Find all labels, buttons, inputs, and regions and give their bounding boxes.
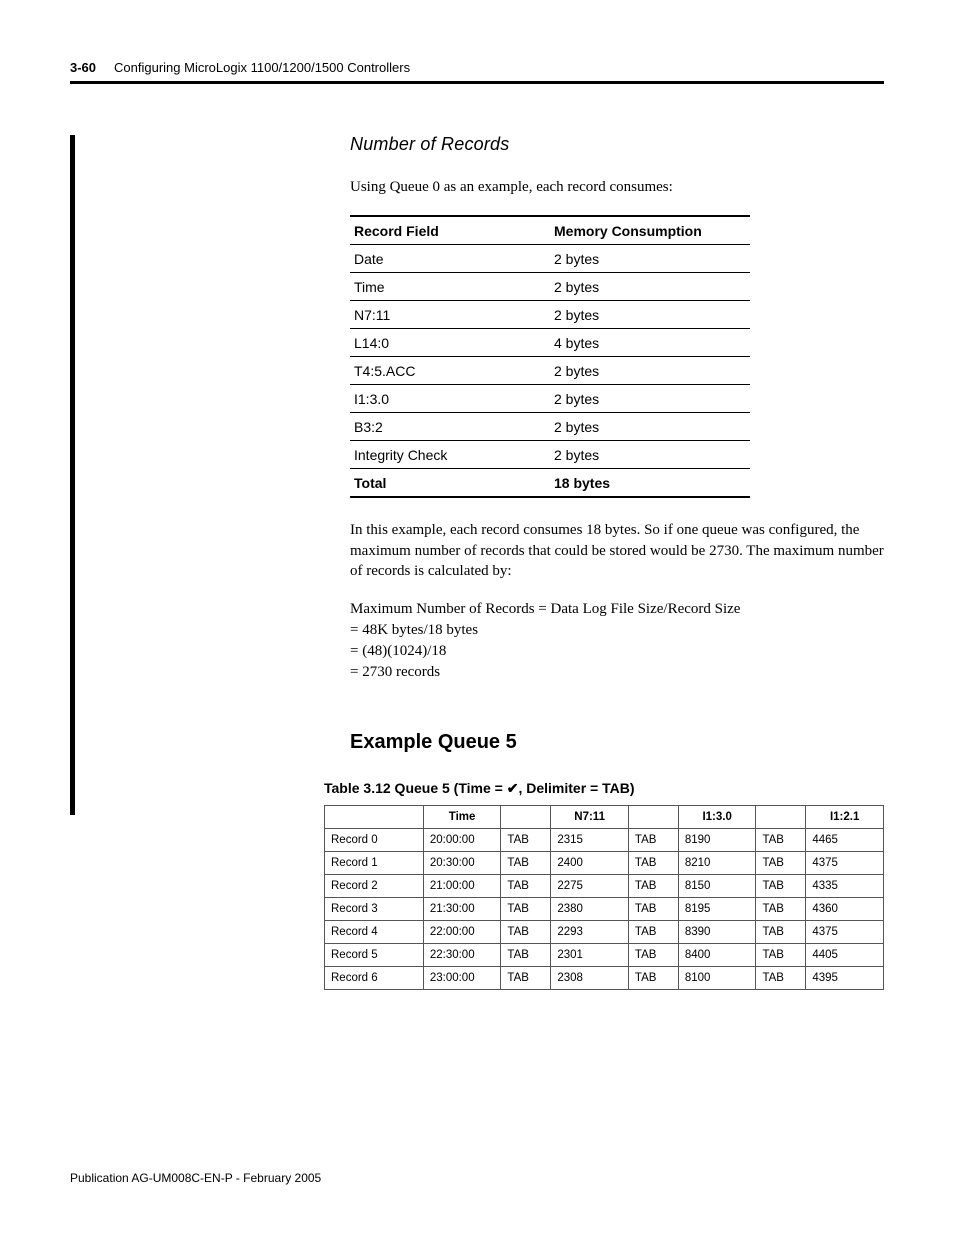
col-n7: N7:11	[551, 806, 629, 829]
col-tab	[628, 806, 678, 829]
col-tab	[501, 806, 551, 829]
table-row: Record 623:00:00TAB2308TAB8100TAB4395	[325, 967, 884, 990]
page-header: 3-60 Configuring MicroLogix 1100/1200/15…	[70, 60, 884, 75]
calculation-block: Maximum Number of Records = Data Log Fil…	[350, 599, 884, 683]
table-row: Integrity Check2 bytes	[350, 441, 750, 469]
table-row: L14:04 bytes	[350, 329, 750, 357]
table-row: B3:22 bytes	[350, 413, 750, 441]
col-blank	[325, 806, 424, 829]
col-record-field: Record Field	[350, 216, 550, 245]
table-row: I1:3.02 bytes	[350, 385, 750, 413]
table-row: Record 120:30:00TAB2400TAB8210TAB4375	[325, 852, 884, 875]
col-i12: I1:2.1	[806, 806, 884, 829]
header-rule	[70, 81, 884, 84]
calc-line: = 48K bytes/18 bytes	[350, 620, 884, 641]
table-row: Record 020:00:00TAB2315TAB8190TAB4465	[325, 829, 884, 852]
table-total-row: Total18 bytes	[350, 469, 750, 498]
table-row: T4:5.ACC2 bytes	[350, 357, 750, 385]
queue-5-data-table: Time N7:11 I1:3.0 I1:2.1 Record 020:00:0…	[324, 805, 884, 990]
memory-consumption-table: Record Field Memory Consumption Date2 by…	[350, 215, 750, 498]
col-memory: Memory Consumption	[550, 216, 750, 245]
col-tab	[756, 806, 806, 829]
change-bar	[70, 135, 75, 815]
publication-footer: Publication AG-UM008C-EN-P - February 20…	[70, 1171, 321, 1185]
explanation-paragraph: In this example, each record consumes 18…	[350, 520, 884, 581]
col-time: Time	[423, 806, 501, 829]
check-icon: ✔	[507, 780, 519, 796]
heading-example-queue-5: Example Queue 5	[350, 731, 884, 754]
calc-line: Maximum Number of Records = Data Log Fil…	[350, 599, 884, 620]
table-row: Time2 bytes	[350, 273, 750, 301]
intro-paragraph: Using Queue 0 as an example, each record…	[350, 177, 884, 197]
table-row: Record 422:00:00TAB2293TAB8390TAB4375	[325, 921, 884, 944]
calc-line: = (48)(1024)/18	[350, 641, 884, 662]
table-caption: Table 3.12 Queue 5 (Time = ✔, Delimiter …	[324, 780, 884, 797]
col-i13: I1:3.0	[678, 806, 756, 829]
table-row: Record 522:30:00TAB2301TAB8400TAB4405	[325, 944, 884, 967]
page-number: 3-60	[70, 60, 96, 75]
table-row: Record 321:30:00TAB2380TAB8195TAB4360	[325, 898, 884, 921]
table-row: N7:112 bytes	[350, 301, 750, 329]
table-row: Date2 bytes	[350, 245, 750, 273]
table-row: Record 221:00:00TAB2275TAB8150TAB4335	[325, 875, 884, 898]
subheading-number-of-records: Number of Records	[350, 134, 884, 155]
chapter-title: Configuring MicroLogix 1100/1200/1500 Co…	[114, 60, 410, 75]
calc-line: = 2730 records	[350, 662, 884, 683]
